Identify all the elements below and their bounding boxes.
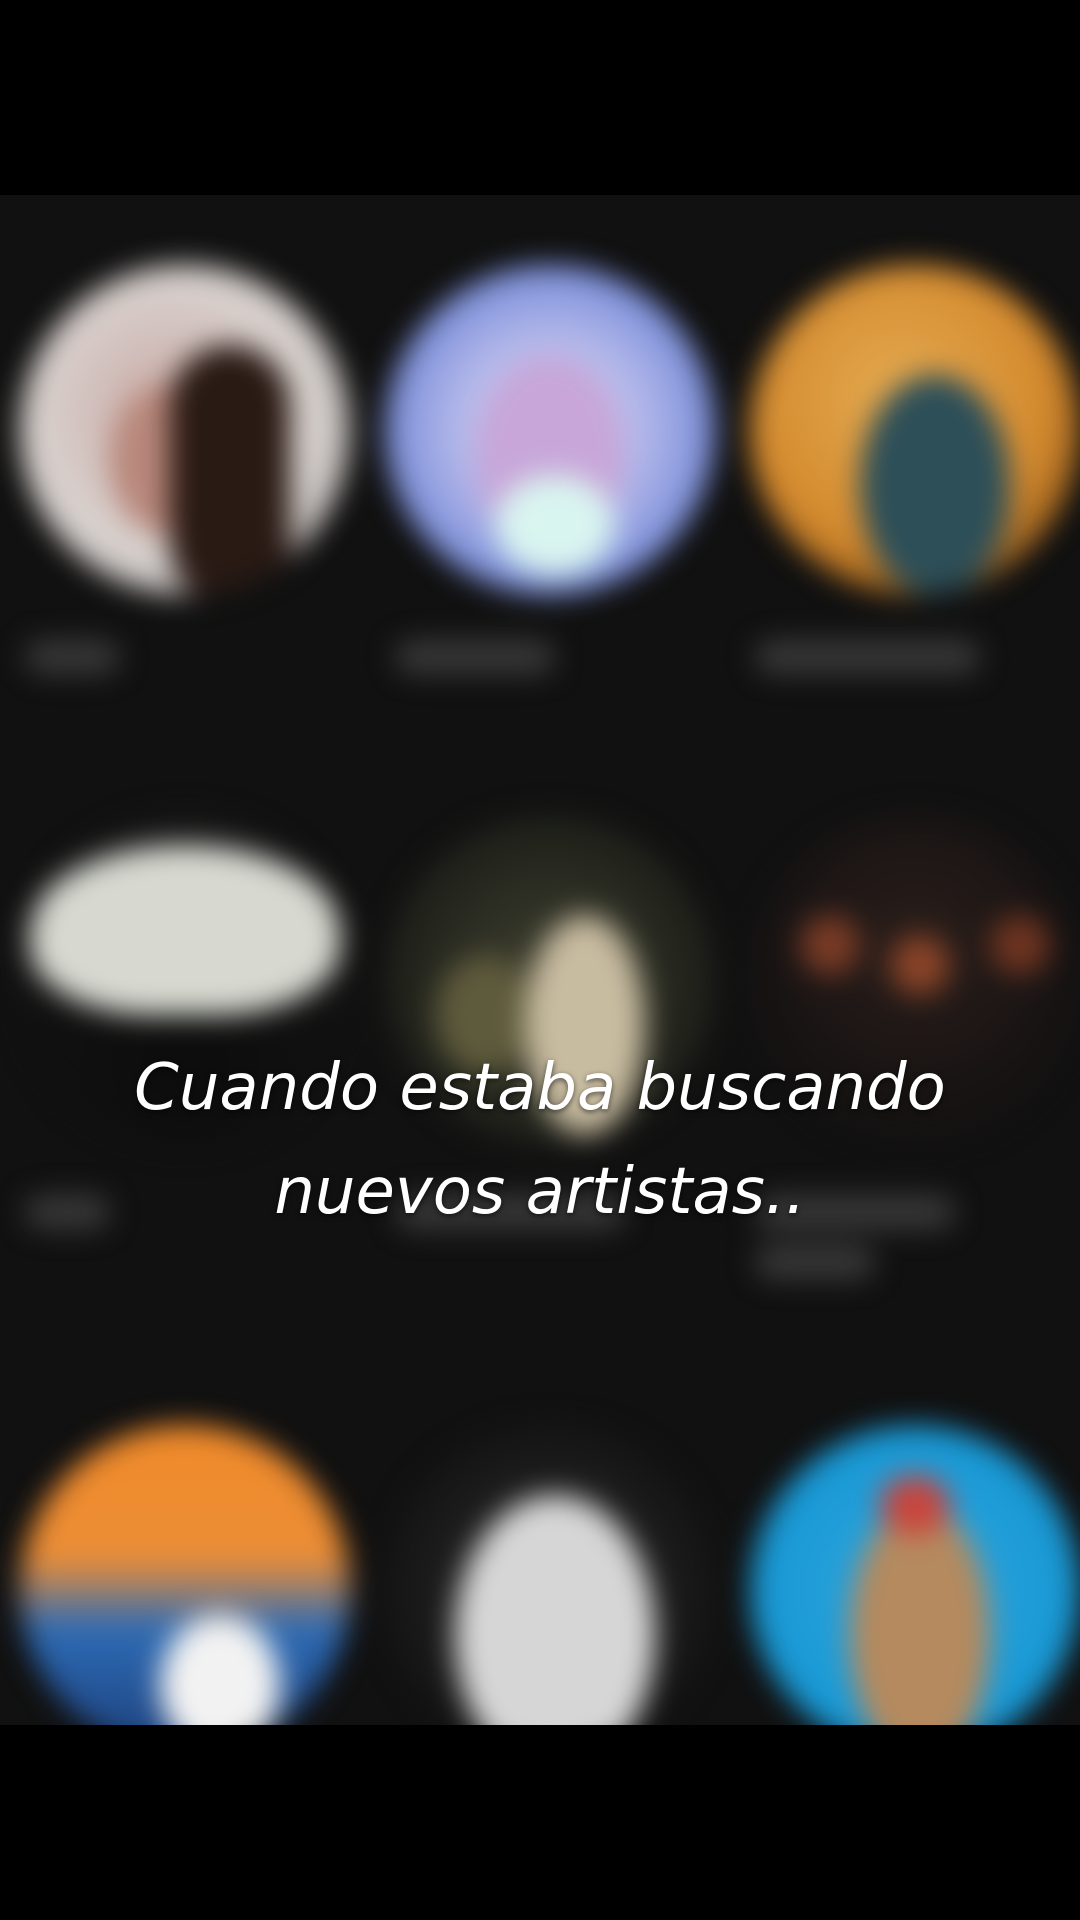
artist-grid (0, 195, 1080, 1725)
artist-name-3 (755, 640, 980, 674)
video-caption: Cuando estaba buscando nuevos artistas.. (0, 1036, 1080, 1244)
artist-avatar-8[interactable] (385, 1425, 715, 1725)
avatar-image-detail (890, 935, 950, 995)
artist-name-6-line2 (755, 1245, 875, 1279)
avatar-image-detail (170, 345, 290, 595)
video-frame: Cuando estaba buscando nuevos artistas.. (0, 0, 1080, 1920)
avatar-image-detail (160, 1615, 280, 1725)
avatar-image-detail (860, 375, 1010, 595)
caption-line-2: nuevos artistas.. (274, 1155, 806, 1229)
avatar-image-detail (850, 1505, 990, 1725)
avatar-image-detail (30, 845, 340, 1015)
avatar-image-detail (495, 475, 615, 575)
artist-name-2 (395, 640, 555, 674)
artist-name-1 (25, 640, 120, 674)
artist-avatar-2[interactable] (385, 265, 715, 595)
blurred-artist-grid-background (0, 195, 1080, 1725)
avatar-image-detail (800, 915, 860, 975)
caption-line-1: Cuando estaba buscando (134, 1051, 946, 1125)
avatar-image-detail (990, 915, 1050, 975)
artist-avatar-9[interactable] (750, 1425, 1080, 1725)
artist-avatar-1[interactable] (20, 265, 350, 595)
artist-avatar-3[interactable] (750, 265, 1080, 595)
avatar-image-detail (455, 1495, 655, 1725)
artist-avatar-7[interactable] (20, 1425, 350, 1725)
avatar-image-detail (880, 1475, 950, 1535)
